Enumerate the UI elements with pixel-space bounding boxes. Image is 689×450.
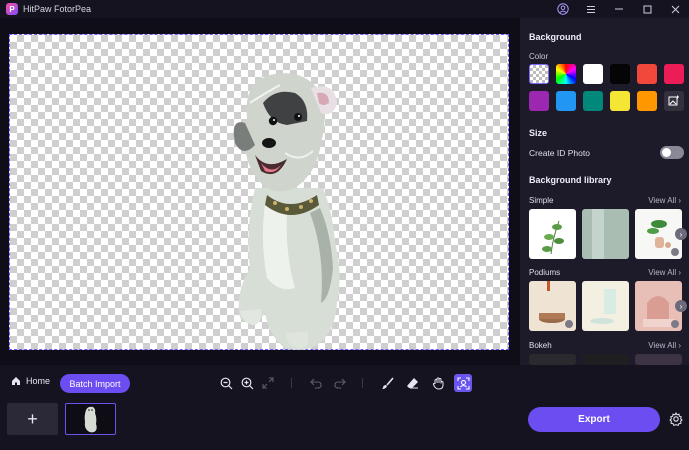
window-controls — [549, 0, 689, 18]
canvas-area — [0, 18, 520, 365]
color-swatch-pink[interactable] — [664, 64, 684, 84]
eraser-icon[interactable] — [405, 376, 419, 390]
podium-illustration — [590, 289, 616, 324]
background-thumb-bokeh-1[interactable] — [529, 354, 576, 365]
zoom-in-icon[interactable] — [240, 376, 254, 390]
category-podiums-label: Podiums — [529, 268, 561, 277]
background-thumb-simple-1[interactable] — [529, 209, 576, 259]
toolbar-divider — [362, 378, 363, 388]
add-image-icon — [668, 95, 679, 106]
create-id-photo-label: Create ID Photo — [529, 148, 590, 158]
subject-image — [233, 73, 340, 350]
toggle-knob — [662, 148, 671, 157]
color-swatch-white[interactable] — [583, 64, 603, 84]
download-badge-icon — [671, 248, 679, 256]
background-thumb-podium-1[interactable] — [529, 281, 576, 331]
background-thumb-simple-2[interactable] — [582, 209, 629, 259]
app-window: P HitPaw FotorPea Background Color Size … — [0, 0, 689, 450]
background-thumb-bokeh-3[interactable] — [635, 354, 682, 365]
home-icon — [12, 377, 20, 385]
view-all-label: View All — [648, 268, 677, 277]
zoom-out-icon[interactable] — [219, 376, 233, 390]
account-icon[interactable] — [549, 0, 577, 18]
batch-import-button[interactable]: Batch Import — [60, 374, 130, 393]
app-title: HitPaw FotorPea — [23, 4, 92, 14]
app-logo-icon: P — [6, 3, 18, 15]
library-section-title: Background library — [529, 175, 612, 185]
category-simple-label: Simple — [529, 196, 554, 205]
create-id-photo-toggle[interactable] — [660, 146, 684, 159]
background-thumb-podium-2[interactable] — [582, 281, 629, 331]
fit-screen-icon[interactable] — [261, 376, 275, 390]
color-swatch-yellow[interactable] — [610, 91, 630, 111]
ai-select-tool-icon[interactable] — [454, 374, 472, 392]
close-icon[interactable] — [661, 0, 689, 18]
dog-thumbnail — [84, 406, 97, 433]
home-button[interactable]: Home — [11, 376, 50, 386]
view-all-label: View All — [648, 196, 677, 205]
simple-next-arrow-icon[interactable]: › — [675, 228, 687, 240]
podiums-next-arrow-icon[interactable]: › — [675, 300, 687, 312]
title-bar: P HitPaw FotorPea — [0, 0, 689, 18]
home-label: Home — [26, 376, 51, 386]
image-thumbnail-selected[interactable] — [65, 403, 116, 435]
toolbar-divider — [291, 378, 292, 388]
redo-icon[interactable] — [333, 376, 347, 390]
image-canvas[interactable] — [9, 34, 509, 350]
bottom-toolbar: Home Batch Import — [0, 365, 689, 403]
image-strip: + Export — [0, 403, 689, 450]
export-button[interactable]: Export — [528, 407, 660, 432]
color-swatch-red[interactable] — [637, 64, 657, 84]
custom-image-swatch[interactable] — [664, 91, 684, 111]
color-swatch-purple[interactable] — [529, 91, 549, 111]
hand-icon[interactable] — [431, 376, 445, 390]
view-all-label: View All — [648, 341, 677, 350]
view-all-simple-link[interactable]: View All › — [648, 196, 681, 205]
color-swatch-transparent[interactable] — [529, 64, 549, 84]
background-section-title: Background — [529, 32, 582, 42]
color-label: Color — [529, 52, 549, 61]
minimize-icon[interactable] — [605, 0, 633, 18]
size-section-title: Size — [529, 128, 548, 138]
category-bokeh-label: Bokeh — [529, 341, 552, 350]
download-badge-icon — [671, 320, 679, 328]
view-all-bokeh-link[interactable]: View All › — [648, 341, 681, 350]
plant-illustration — [542, 220, 564, 255]
undo-icon[interactable] — [309, 376, 323, 390]
download-badge-icon — [565, 320, 573, 328]
color-swatch-rainbow[interactable] — [556, 64, 576, 84]
settings-panel: Background Color Size Create ID Photo Ba… — [520, 18, 689, 365]
menu-icon[interactable] — [577, 0, 605, 18]
color-swatch-teal[interactable] — [583, 91, 603, 111]
color-swatch-black[interactable] — [610, 64, 630, 84]
maximize-icon[interactable] — [633, 0, 661, 18]
background-thumb-bokeh-2[interactable] — [582, 354, 629, 365]
view-all-podiums-link[interactable]: View All › — [648, 268, 681, 277]
color-swatch-orange[interactable] — [637, 91, 657, 111]
brush-icon[interactable] — [380, 376, 394, 390]
settings-gear-icon[interactable] — [669, 411, 683, 431]
color-swatch-blue[interactable] — [556, 91, 576, 111]
add-image-button[interactable]: + — [7, 403, 58, 435]
